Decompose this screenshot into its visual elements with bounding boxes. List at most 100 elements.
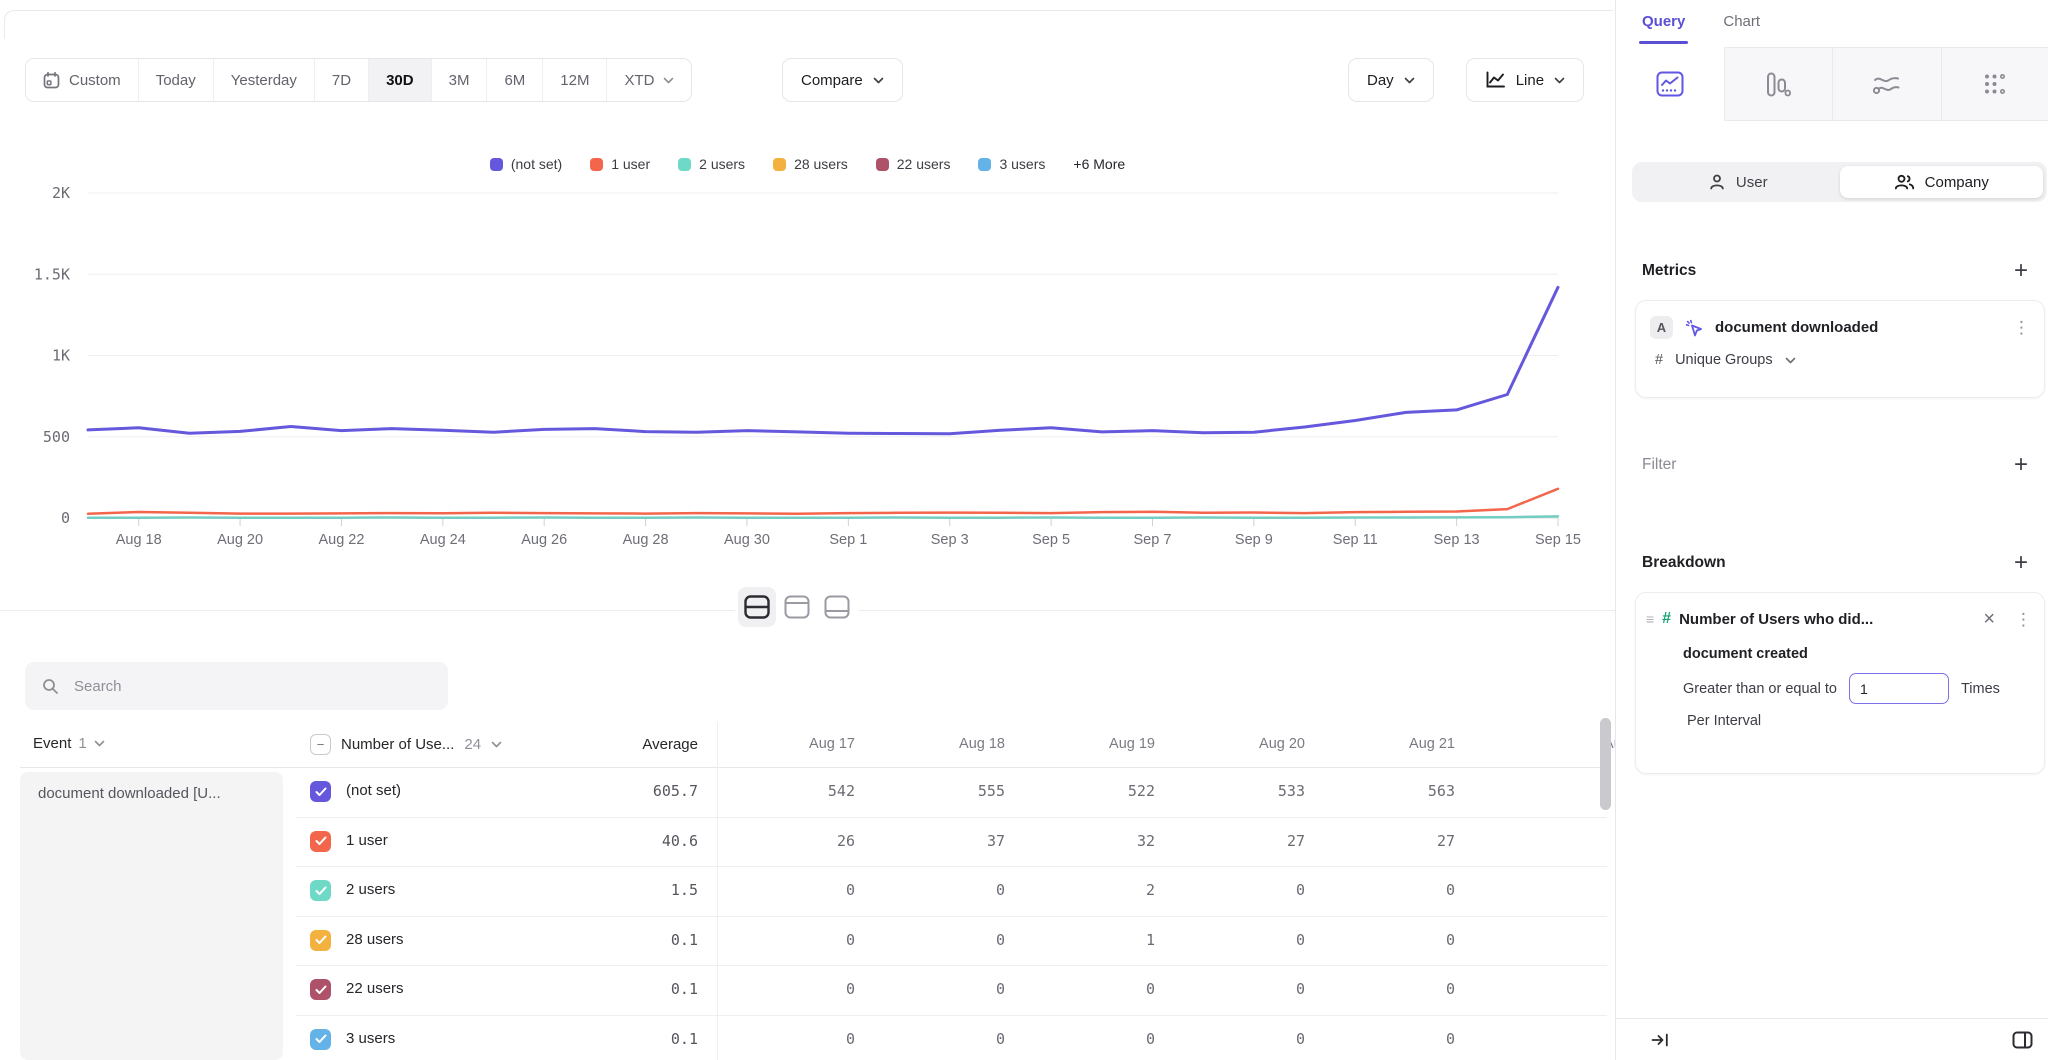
line-chart-icon	[1485, 71, 1506, 89]
metric-event-name[interactable]: document downloaded	[1715, 319, 2002, 336]
chevron-down-icon	[663, 77, 674, 84]
series-checkbox[interactable]	[310, 979, 331, 1000]
svg-text:Aug 28: Aug 28	[623, 532, 669, 548]
value-cell: 522	[1005, 782, 1155, 800]
value-cell: 0	[1155, 1030, 1305, 1048]
range-12m[interactable]: 12M	[543, 59, 607, 101]
side-panel-toggle-button[interactable]	[2012, 1031, 2033, 1049]
tab-retention[interactable]	[1832, 47, 1941, 121]
range-6m[interactable]: 6M	[487, 59, 543, 101]
top-panel-icon	[784, 595, 810, 619]
row-values: 542555522533563538	[705, 782, 1650, 800]
event-name-cell[interactable]: document downloaded [U...	[20, 772, 283, 1060]
table-row: 2 users1.5002000	[296, 867, 1607, 917]
times-value-input[interactable]	[1849, 673, 1949, 704]
compare-button[interactable]: Compare	[782, 58, 903, 102]
tab-query[interactable]: Query	[1642, 13, 1685, 42]
search-input[interactable]	[72, 677, 431, 696]
range-yesterday[interactable]: Yesterday	[214, 59, 315, 101]
value-cell: 0	[1305, 931, 1455, 949]
average-value: 605.7	[626, 782, 698, 800]
series-checkbox[interactable]	[310, 831, 331, 852]
svg-text:Sep 9: Sep 9	[1235, 532, 1273, 548]
aggregation-dropdown[interactable]: # Unique Groups	[1636, 339, 2044, 368]
table-row: 1 user40.6263732272728	[296, 818, 1607, 868]
chevron-down-icon	[873, 77, 884, 84]
remove-breakdown-button[interactable]: ×	[1983, 609, 1995, 629]
tab-flows[interactable]	[1941, 47, 2048, 121]
query-sidebar: Query Chart User Company	[1615, 0, 2048, 1060]
series-name: 28 users	[346, 931, 404, 948]
range-30d[interactable]: 30D	[369, 59, 432, 101]
tab-funnels[interactable]	[1725, 47, 1833, 121]
svg-text:2K: 2K	[52, 184, 70, 202]
check-icon	[315, 787, 327, 797]
value-cell: 0	[1305, 881, 1455, 899]
value-cell: 0	[1155, 881, 1305, 899]
filter-section-header: Filter +	[1642, 452, 2028, 478]
add-filter-button[interactable]: +	[2014, 455, 2028, 475]
value-cell: 0	[855, 980, 1005, 998]
table-vertical-scrollbar[interactable]	[1600, 718, 1611, 810]
add-breakdown-button[interactable]: +	[2014, 553, 2028, 573]
tab-chart[interactable]: Chart	[1723, 13, 1760, 42]
drag-handle-icon[interactable]: ≡	[1646, 612, 1654, 626]
chart-style-button[interactable]: Line	[1466, 58, 1584, 102]
date-column-header: Aug 17	[705, 736, 855, 752]
series-checkbox[interactable]	[310, 880, 331, 901]
range-today[interactable]: Today	[139, 59, 214, 101]
line-chart: 05001K1.5K2KAug 18Aug 20Aug 22Aug 24Aug …	[0, 140, 1615, 570]
series-checkbox[interactable]	[310, 1029, 331, 1050]
breakdown-property-name[interactable]: Number of Users who did...	[1679, 611, 1975, 628]
user-icon	[1708, 173, 1726, 191]
collapse-panel-button[interactable]	[1651, 1032, 1670, 1048]
top-panel-view-toggle[interactable]	[778, 587, 816, 627]
bottom-panel-view-toggle[interactable]	[818, 587, 856, 627]
table-row: (not set)605.7542555522533563538	[296, 768, 1607, 818]
value-cell: 26	[705, 832, 855, 850]
table-body: (not set)605.75425555225335635381 user40…	[296, 768, 1607, 1060]
split-view-toggle[interactable]	[738, 587, 776, 627]
scope-option-user[interactable]: User	[1636, 166, 1840, 198]
value-cell: 27	[1305, 832, 1455, 850]
breakdown-kebab-menu[interactable]: ⋮	[2015, 611, 2032, 628]
range-xtd[interactable]: XTD	[607, 59, 691, 101]
granularity-button[interactable]: Day	[1348, 58, 1434, 102]
average-value: 1.5	[626, 881, 698, 899]
series-header-label[interactable]: Number of Use...	[341, 736, 454, 753]
split-view-icon	[744, 595, 770, 619]
date-column-header: Aug 18	[855, 736, 1005, 752]
select-all-checkbox[interactable]: −	[310, 734, 331, 755]
scope-user-label: User	[1736, 174, 1768, 191]
svg-text:1.5K: 1.5K	[34, 265, 70, 283]
svg-text:Aug 22: Aug 22	[318, 532, 364, 548]
row-values: 000000	[705, 1030, 1650, 1048]
add-metric-button[interactable]: +	[2014, 261, 2028, 281]
scope-option-company[interactable]: Company	[1840, 166, 2044, 198]
series-count: 24	[464, 736, 481, 753]
value-cell: 533	[1155, 782, 1305, 800]
value-cell: 2	[1005, 881, 1155, 899]
metric-kebab-menu[interactable]: ⋮	[2013, 319, 2030, 336]
series-name: (not set)	[346, 782, 401, 799]
svg-text:Aug 24: Aug 24	[420, 532, 466, 548]
average-value: 0.1	[626, 1030, 698, 1048]
sidebar-bottom-bar	[1616, 1018, 2048, 1060]
range-custom[interactable]: Custom	[26, 59, 139, 101]
breakdown-event-name[interactable]: document created	[1636, 629, 2044, 662]
compare-label: Compare	[801, 72, 863, 89]
row-values: 001000	[705, 931, 1650, 949]
svg-text:Sep 7: Sep 7	[1134, 532, 1172, 548]
breakdown-card: ≡ # Number of Users who did... × ⋮ docum…	[1635, 592, 2045, 774]
series-checkbox[interactable]	[310, 930, 331, 951]
per-interval-label[interactable]: Per Interval	[1636, 704, 2044, 729]
series-checkbox[interactable]	[310, 781, 331, 802]
event-column-dropdown[interactable]: Event 1	[33, 735, 105, 752]
condition-label[interactable]: Greater than or equal to	[1683, 681, 1837, 697]
table-row: 28 users0.1001000	[296, 917, 1607, 967]
range-7d[interactable]: 7D	[315, 59, 369, 101]
range-3m[interactable]: 3M	[432, 59, 488, 101]
series-name: 2 users	[346, 881, 395, 898]
series-name: 22 users	[346, 980, 404, 997]
tab-insights[interactable]	[1616, 47, 1725, 121]
